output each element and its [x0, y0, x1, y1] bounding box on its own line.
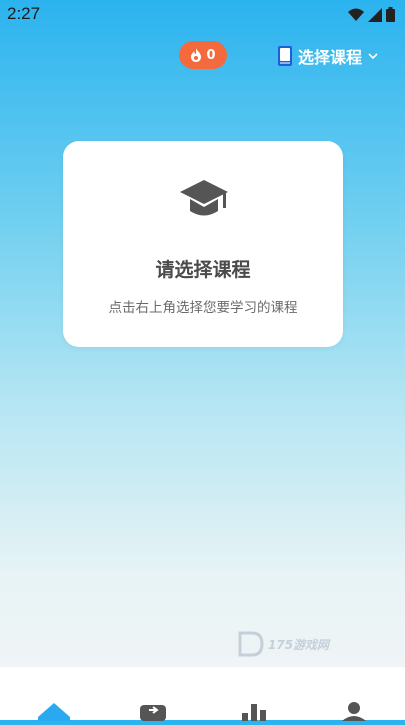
empty-state-subtitle: 点击右上角选择您要学习的课程 — [108, 300, 298, 316]
signal-icon — [368, 7, 382, 22]
bottom-tab-bar — [0, 667, 405, 721]
status-icons — [348, 7, 395, 22]
tab-courses[interactable] — [134, 701, 174, 721]
profile-icon — [342, 702, 366, 721]
tab-stats[interactable] — [234, 701, 274, 721]
streak-count: 0 — [206, 47, 216, 63]
course-select-button[interactable]: 选择课程 — [278, 44, 378, 68]
stats-icon — [242, 704, 266, 721]
course-select-label: 选择课程 — [298, 48, 363, 67]
home-icon — [38, 703, 70, 721]
status-bar: 2:27 — [0, 0, 405, 30]
watermark-text: 175游戏网 — [268, 637, 330, 652]
chevron-down-icon — [368, 53, 378, 60]
status-time: 2:27 — [7, 4, 41, 23]
empty-state-title: 请选择课程 — [155, 259, 251, 281]
wifi-icon — [348, 8, 364, 21]
watermark-logo-icon — [238, 631, 264, 657]
battery-icon — [386, 7, 395, 22]
graduation-cap-icon — [180, 180, 228, 216]
tab-home[interactable] — [34, 701, 74, 721]
book-icon — [140, 705, 166, 721]
watermark: 175游戏网 — [238, 631, 329, 657]
streak-badge[interactable]: 0 — [179, 41, 227, 69]
empty-state-card: 请选择课程 点击右上角选择您要学习的课程 — [63, 141, 343, 347]
tab-profile[interactable] — [334, 701, 374, 721]
book-icon — [278, 46, 292, 66]
flame-icon — [191, 48, 202, 62]
